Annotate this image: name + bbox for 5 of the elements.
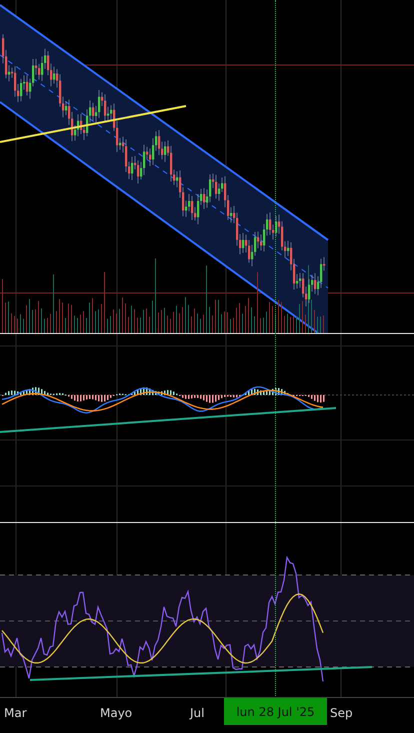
- axis-label: Sep: [330, 706, 353, 720]
- axis-label: Mayo: [100, 706, 132, 720]
- axis-label: Jul: [190, 706, 204, 720]
- axis-label: Mar: [4, 706, 27, 720]
- crosshair-date-label: lun 28 Jul '25: [224, 698, 327, 725]
